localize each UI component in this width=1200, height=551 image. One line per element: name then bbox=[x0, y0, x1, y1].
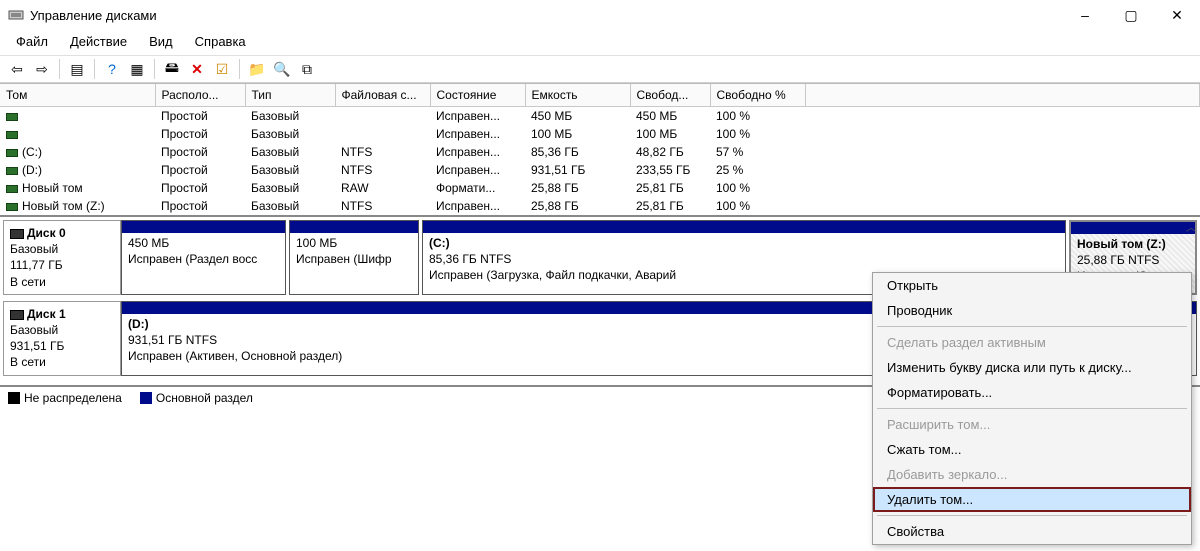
forward-icon[interactable]: ⇨ bbox=[31, 58, 53, 80]
col-type[interactable]: Тип bbox=[245, 84, 335, 107]
back-icon[interactable]: ⇦ bbox=[6, 58, 28, 80]
folder-up-icon[interactable]: 📁 bbox=[246, 58, 268, 80]
table-row[interactable]: ПростойБазовыйИсправен...100 МБ100 МБ100… bbox=[0, 125, 1200, 143]
col-volume[interactable]: Том bbox=[0, 84, 155, 107]
disk-management-icon bbox=[8, 7, 24, 23]
col-capacity[interactable]: Емкость bbox=[525, 84, 630, 107]
volume-list: Том Располо... Тип Файловая с... Состоян… bbox=[0, 83, 1200, 215]
volume-icon bbox=[6, 113, 18, 121]
disk-1-label[interactable]: Диск 1 Базовый 931,51 ГБ В сети bbox=[3, 301, 121, 376]
ctx-explorer[interactable]: Проводник bbox=[873, 298, 1191, 323]
window-list-icon[interactable]: ▦ bbox=[126, 58, 148, 80]
table-row[interactable]: (C:)ПростойБазовыйNTFSИсправен...85,36 Г… bbox=[0, 143, 1200, 161]
properties-icon[interactable]: ⧉ bbox=[296, 58, 318, 80]
col-fs[interactable]: Файловая с... bbox=[335, 84, 430, 107]
folder-search-icon[interactable]: 🔍 bbox=[271, 58, 293, 80]
volume-icon bbox=[6, 149, 18, 157]
swatch-black bbox=[8, 392, 20, 404]
menubar: Файл Действие Вид Справка bbox=[0, 30, 1200, 55]
titlebar: Управление дисками – ▢ ✕ bbox=[0, 0, 1200, 30]
separator bbox=[239, 59, 240, 79]
legend-unallocated: Не распределена bbox=[8, 391, 122, 405]
volume-icon bbox=[6, 203, 18, 211]
ctx-extend: Расширить том... bbox=[873, 412, 1191, 437]
volume-icon bbox=[6, 131, 18, 139]
volume-icon bbox=[6, 185, 18, 193]
window-title: Управление дисками bbox=[30, 8, 1062, 23]
ctx-mirror: Добавить зеркало... bbox=[873, 462, 1191, 487]
table-row[interactable]: ПростойБазовыйИсправен...450 МБ450 МБ100… bbox=[0, 107, 1200, 126]
table-row[interactable]: (D:)ПростойБазовыйNTFSИсправен...931,51 … bbox=[0, 161, 1200, 179]
separator bbox=[154, 59, 155, 79]
partition-stripe bbox=[423, 221, 1065, 233]
volume-icon bbox=[6, 167, 18, 175]
ctx-properties[interactable]: Свойства bbox=[873, 519, 1191, 544]
maximize-button[interactable]: ▢ bbox=[1108, 0, 1154, 30]
col-state[interactable]: Состояние bbox=[430, 84, 525, 107]
menu-file[interactable]: Файл bbox=[6, 32, 58, 51]
col-freepct[interactable]: Свободно % bbox=[710, 84, 805, 107]
partition-recovery[interactable]: 450 МБ Исправен (Раздел восс bbox=[121, 220, 286, 295]
close-button[interactable]: ✕ bbox=[1154, 0, 1200, 30]
minimize-button[interactable]: – bbox=[1062, 0, 1108, 30]
show-hide-icon[interactable]: ▤ bbox=[66, 58, 88, 80]
delete-icon[interactable]: ✕ bbox=[186, 58, 208, 80]
disk-icon bbox=[10, 229, 24, 239]
check-icon[interactable]: ☑ bbox=[211, 58, 233, 80]
col-free[interactable]: Свобод... bbox=[630, 84, 710, 107]
col-layout[interactable]: Располо... bbox=[155, 84, 245, 107]
partition-stripe bbox=[1071, 222, 1195, 234]
ctx-delete-volume[interactable]: Удалить том... bbox=[873, 487, 1191, 512]
refresh-icon[interactable]: 🖴 bbox=[161, 58, 183, 80]
column-headers[interactable]: Том Располо... Тип Файловая с... Состоян… bbox=[0, 84, 1200, 107]
swatch-blue bbox=[140, 392, 152, 404]
context-menu: Открыть Проводник Сделать раздел активны… bbox=[872, 272, 1192, 545]
table-row[interactable]: Новый томПростойБазовыйRAWФормати...25,8… bbox=[0, 179, 1200, 197]
partition-stripe bbox=[122, 221, 285, 233]
partition-stripe bbox=[290, 221, 418, 233]
partition-efi[interactable]: 100 МБ Исправен (Шифр bbox=[289, 220, 419, 295]
legend-primary: Основной раздел bbox=[140, 391, 253, 405]
toolbar: ⇦ ⇨ ▤ ? ▦ 🖴 ✕ ☑ 📁 🔍 ⧉ bbox=[0, 55, 1200, 83]
separator bbox=[94, 59, 95, 79]
ctx-change-letter[interactable]: Изменить букву диска или путь к диску... bbox=[873, 355, 1191, 380]
ctx-shrink[interactable]: Сжать том... bbox=[873, 437, 1191, 462]
ctx-format[interactable]: Форматировать... bbox=[873, 380, 1191, 405]
menu-view[interactable]: Вид bbox=[139, 32, 183, 51]
scroll-up-icon[interactable]: ︿ bbox=[1184, 219, 1198, 233]
disk-icon bbox=[10, 310, 24, 320]
separator bbox=[59, 59, 60, 79]
disk-0-label[interactable]: Диск 0 Базовый 111,77 ГБ В сети bbox=[3, 220, 121, 295]
table-row[interactable]: Новый том (Z:)ПростойБазовыйNTFSИсправен… bbox=[0, 197, 1200, 215]
menu-help[interactable]: Справка bbox=[185, 32, 256, 51]
help-icon[interactable]: ? bbox=[101, 58, 123, 80]
menu-action[interactable]: Действие bbox=[60, 32, 137, 51]
ctx-open[interactable]: Открыть bbox=[873, 273, 1191, 298]
ctx-make-active: Сделать раздел активным bbox=[873, 330, 1191, 355]
